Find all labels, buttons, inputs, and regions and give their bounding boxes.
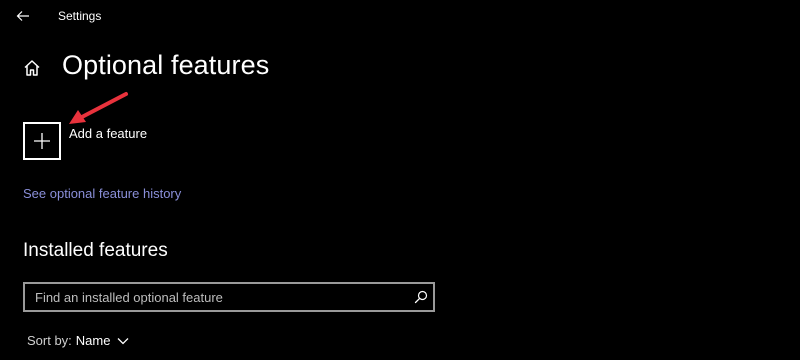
back-button[interactable] — [10, 4, 36, 28]
add-feature-label[interactable]: Add a feature — [69, 126, 147, 141]
sort-dropdown[interactable]: Sort by: Name — [27, 333, 129, 348]
page-title: Optional features — [62, 50, 270, 80]
search-input[interactable] — [25, 284, 405, 310]
plus-icon — [34, 133, 50, 149]
optional-feature-history-link[interactable]: See optional feature history — [23, 186, 181, 201]
installed-features-search — [23, 282, 435, 312]
window-title: Settings — [58, 9, 102, 23]
installed-features-heading: Installed features — [23, 240, 168, 261]
chevron-down-icon[interactable] — [117, 337, 129, 345]
sort-label: Sort by: — [27, 333, 72, 348]
home-icon[interactable] — [22, 58, 42, 78]
search-icon[interactable] — [414, 290, 428, 304]
arrow-left-icon — [16, 11, 29, 21]
add-feature-button[interactable] — [23, 122, 61, 160]
annotation-arrow — [69, 92, 128, 124]
sort-value[interactable]: Name — [76, 333, 111, 348]
